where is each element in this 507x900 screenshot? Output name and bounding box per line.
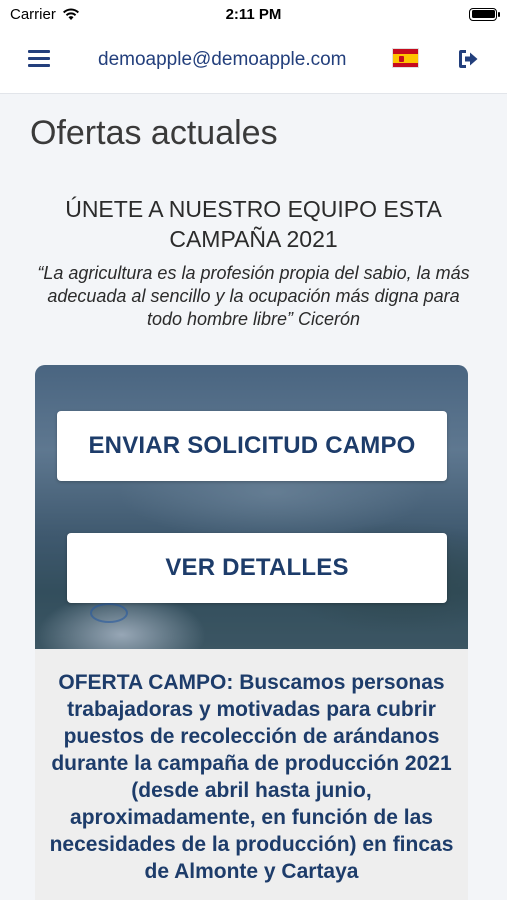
app-header: demoapple@demoapple.com bbox=[0, 28, 507, 94]
quote-text: “La agricultura es la profesión propia d… bbox=[37, 263, 470, 329]
view-details-button[interactable]: VER DETALLES bbox=[67, 533, 447, 603]
wifi-icon bbox=[62, 8, 79, 20]
offer-card: ENVIAR SOLICITUD CAMPO VER DETALLES OFER… bbox=[35, 365, 468, 900]
sign-out-icon[interactable] bbox=[457, 49, 479, 69]
cap-logo-icon bbox=[90, 603, 128, 623]
offer-description: OFERTA CAMPO: Buscamos personas trabajad… bbox=[49, 671, 454, 883]
status-bar: Carrier 2:11 PM bbox=[0, 0, 507, 28]
battery-icon bbox=[469, 7, 500, 21]
status-left: Carrier bbox=[10, 6, 80, 23]
hamburger-menu-icon[interactable] bbox=[28, 50, 50, 70]
campaign-headline: ÚNETE A NUESTRO EQUIPO ESTA CAMPAÑA 2021 bbox=[65, 196, 442, 252]
user-email: demoapple@demoapple.com bbox=[98, 49, 347, 70]
carrier-label: Carrier bbox=[10, 5, 56, 23]
send-application-button[interactable]: ENVIAR SOLICITUD CAMPO bbox=[57, 411, 447, 481]
spain-flag-icon[interactable] bbox=[392, 48, 419, 68]
page-title: Ofertas actuales bbox=[30, 114, 278, 152]
